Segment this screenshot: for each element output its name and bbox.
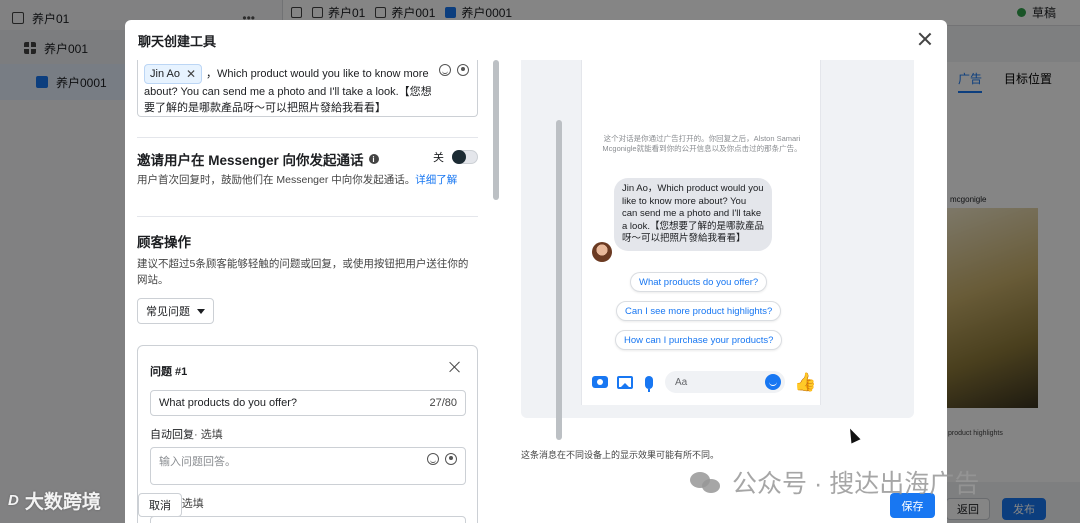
modal-title: 聊天创建工具 [138,33,217,49]
cancel-button[interactable]: 取消 [138,493,182,517]
info-icon[interactable]: i [368,154,379,164]
optional-label: · 选填 [194,429,223,441]
messenger-preview: 这个对话是你通过广告打开的。你回复之后，Alston Samari Mcgoni… [521,60,914,418]
system-note: 这个对话是你通过广告打开的。你回复之后，Alston Samari Mcgoni… [602,134,802,153]
message-composer: Aa 👍 [582,366,822,398]
question-card: 问题 #1 What products do you offer? 27/80 … [137,345,478,523]
call-invite-section: 邀请用户在 Messenger 向你发起通话 i 用户首次回复时，鼓励他们在 M… [137,149,478,187]
auto-reply-label: 自动回复 [150,429,194,441]
left-scrollbar[interactable] [493,60,499,200]
watermark-right: 公众号 · 搜达出海广告 [690,464,979,500]
close-icon[interactable] [918,32,932,46]
section-title: 邀请用户在 Messenger 向你发起通话 [137,153,364,168]
quick-reply-button[interactable]: What products do you offer? [630,272,768,292]
composer-input[interactable]: Aa [665,371,785,393]
question-header: 问题 #1 [150,366,188,378]
char-counter: 27/80 [429,397,457,409]
personalize-icon[interactable] [445,453,457,465]
emoji-icon[interactable] [439,64,451,76]
divider [137,137,478,138]
toggle-state-label: 关 [433,152,444,164]
microphone-icon[interactable] [645,375,653,392]
quick-reply-button[interactable]: Can I see more product highlights? [616,301,782,321]
remove-question-icon[interactable] [449,361,461,373]
action-type-dropdown[interactable]: 常见问题 [137,298,214,324]
emoji-icon[interactable] [765,374,781,390]
emoji-icon[interactable] [427,453,439,465]
personalize-icon[interactable] [457,64,469,76]
remove-token-icon[interactable]: ✕ [186,66,196,82]
modal-header: 聊天创建工具 [125,20,947,60]
right-scrollbar[interactable] [556,120,562,440]
auto-reply-placeholder: 输入问题回答。 [159,456,236,468]
preview-disclaimer: 这条消息在不同设备上的显示效果可能有所不同。 [521,450,720,460]
chat-builder-modal: 聊天创建工具 Jin Ao ✕ ，Which product would you l… [125,20,947,523]
attachment-select[interactable]: 无 [150,516,466,523]
watermark-logo-icon: D [8,492,19,509]
watermark-left: D 大数跨境 [8,492,101,513]
name-token-chip[interactable]: Jin Ao ✕ [144,64,203,84]
learn-more-link[interactable]: 详细了解 [415,174,457,186]
question-input[interactable]: What products do you offer? 27/80 [150,390,466,416]
wechat-icon [690,470,722,494]
chevron-down-icon [197,308,205,314]
camera-icon[interactable] [592,376,608,388]
call-invite-toggle[interactable] [452,150,478,164]
section-description: 建议不超过5条顾客能够轻触的问题或回复，或使用按钮把用户送往你的网站。 [137,258,469,286]
quick-reply-button[interactable]: How can I purchase your products? [615,330,783,350]
chat-window: 这个对话是你通过广告打开的。你回复之后，Alston Samari Mcgoni… [581,60,821,405]
image-icon[interactable] [617,375,633,389]
thumbs-up-icon[interactable]: 👍 [794,373,816,391]
section-description: 用户首次回复时，鼓励他们在 Messenger 中向你发起通话。 [137,174,416,186]
section-title: 顾客操作 [137,235,191,250]
editor-panel: Jin Ao ✕ ，Which product would you like to … [125,60,501,523]
divider [137,216,478,217]
auto-reply-input[interactable]: 输入问题回答。 [150,447,466,485]
greeting-bubble: Jin Ao，Which product would you like to k… [614,178,772,251]
customer-actions-section: 顾客操作 建议不超过5条顾客能够轻触的问题或回复，或使用按钮把用户送往你的网站。… [137,231,478,324]
preview-panel: 这个对话是你通过广告打开的。你回复之后，Alston Samari Mcgoni… [504,60,947,523]
avatar [592,242,612,262]
greeting-message-input[interactable]: Jin Ao ✕ ，Which product would you like to … [137,60,478,117]
